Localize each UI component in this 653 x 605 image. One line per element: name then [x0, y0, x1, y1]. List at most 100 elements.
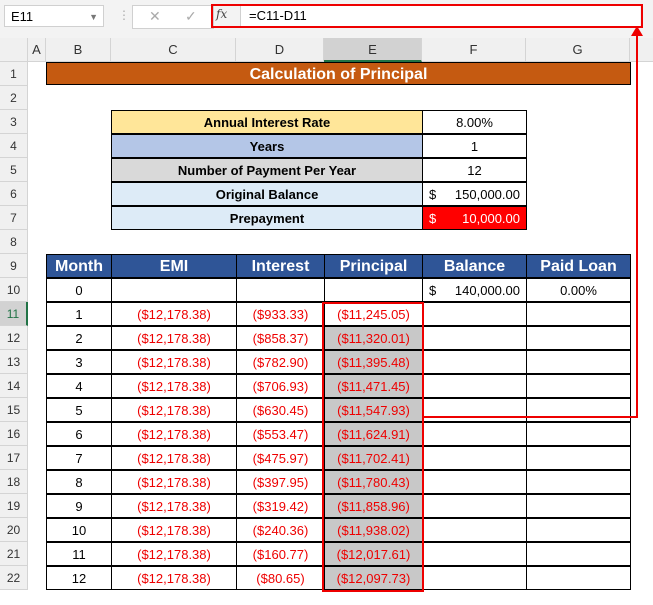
balance-cell[interactable] [422, 518, 527, 542]
column-header-A[interactable]: A [28, 38, 46, 62]
balance-cell[interactable] [422, 566, 527, 590]
balance-cell[interactable] [422, 494, 527, 518]
emi-cell[interactable]: ($12,178.38) [111, 374, 237, 398]
paid-loan-cell[interactable] [526, 446, 631, 470]
month-cell[interactable]: 6 [46, 422, 112, 446]
emi-cell[interactable]: ($12,178.38) [111, 326, 237, 350]
row-header-11[interactable]: 11 [0, 302, 28, 326]
month-cell[interactable]: 4 [46, 374, 112, 398]
paid-loan-cell[interactable] [526, 350, 631, 374]
row-header-3[interactable]: 3 [0, 110, 28, 134]
empty-cell[interactable] [236, 278, 325, 302]
row-header-10[interactable]: 10 [0, 278, 28, 302]
column-header-E[interactable]: E [324, 38, 422, 62]
empty-cell[interactable] [324, 278, 423, 302]
interest-cell[interactable]: ($933.33) [236, 302, 325, 326]
balance-cell[interactable] [422, 326, 527, 350]
emi-cell[interactable]: ($12,178.38) [111, 542, 237, 566]
paid-loan-cell[interactable] [526, 374, 631, 398]
row-header-21[interactable]: 21 [0, 542, 28, 566]
interest-cell[interactable]: ($240.36) [236, 518, 325, 542]
input-value[interactable]: 8.00% [422, 110, 527, 134]
emi-cell[interactable]: ($12,178.38) [111, 518, 237, 542]
interest-cell[interactable]: ($858.37) [236, 326, 325, 350]
row-header-17[interactable]: 17 [0, 446, 28, 470]
row-header-20[interactable]: 20 [0, 518, 28, 542]
input-value[interactable]: 12 [422, 158, 527, 182]
emi-cell[interactable]: ($12,178.38) [111, 446, 237, 470]
name-box[interactable]: E11 ▼ [4, 5, 104, 27]
interest-cell[interactable]: ($553.47) [236, 422, 325, 446]
row-header-16[interactable]: 16 [0, 422, 28, 446]
row-header-2[interactable]: 2 [0, 86, 28, 110]
interest-cell[interactable]: ($630.45) [236, 398, 325, 422]
paid-loan-cell[interactable] [526, 566, 631, 590]
interest-cell[interactable]: ($80.65) [236, 566, 325, 590]
input-label[interactable]: Number of Payment Per Year [111, 158, 423, 182]
emi-cell[interactable]: ($12,178.38) [111, 470, 237, 494]
emi-cell[interactable]: ($12,178.38) [111, 566, 237, 590]
input-value[interactable]: $10,000.00 [422, 206, 527, 230]
month-cell[interactable]: 0 [46, 278, 112, 302]
month-cell[interactable]: 8 [46, 470, 112, 494]
empty-cell[interactable] [111, 278, 237, 302]
paid-loan-cell[interactable]: 0.00% [526, 278, 631, 302]
row-header-6[interactable]: 6 [0, 182, 28, 206]
cancel-icon[interactable]: ✕ [149, 8, 161, 25]
paid-loan-cell[interactable] [526, 422, 631, 446]
balance-cell[interactable] [422, 542, 527, 566]
month-cell[interactable]: 12 [46, 566, 112, 590]
paid-loan-cell[interactable] [526, 302, 631, 326]
row-header-18[interactable]: 18 [0, 470, 28, 494]
input-label[interactable]: Years [111, 134, 423, 158]
month-cell[interactable]: 11 [46, 542, 112, 566]
paid-loan-cell[interactable] [526, 518, 631, 542]
balance-cell[interactable]: $140,000.00 [422, 278, 527, 302]
balance-cell[interactable] [422, 446, 527, 470]
enter-icon[interactable]: ✓ [185, 8, 197, 25]
interest-cell[interactable]: ($706.93) [236, 374, 325, 398]
row-header-13[interactable]: 13 [0, 350, 28, 374]
paid-loan-cell[interactable] [526, 326, 631, 350]
table-header-interest[interactable]: Interest [236, 254, 325, 278]
balance-cell[interactable] [422, 374, 527, 398]
interest-cell[interactable]: ($475.97) [236, 446, 325, 470]
row-header-22[interactable]: 22 [0, 566, 28, 590]
balance-cell[interactable] [422, 470, 527, 494]
emi-cell[interactable]: ($12,178.38) [111, 422, 237, 446]
select-all-corner[interactable] [0, 38, 28, 62]
month-cell[interactable]: 3 [46, 350, 112, 374]
table-header-balance[interactable]: Balance [422, 254, 527, 278]
balance-cell[interactable] [422, 398, 527, 422]
input-value[interactable]: $150,000.00 [422, 182, 527, 206]
column-header-F[interactable]: F [422, 38, 526, 62]
paid-loan-cell[interactable] [526, 398, 631, 422]
row-header-8[interactable]: 8 [0, 230, 28, 254]
row-header-19[interactable]: 19 [0, 494, 28, 518]
input-label[interactable]: Original Balance [111, 182, 423, 206]
input-label[interactable]: Prepayment [111, 206, 423, 230]
input-value[interactable]: 1 [422, 134, 527, 158]
table-header-month[interactable]: Month [46, 254, 112, 278]
input-label[interactable]: Annual Interest Rate [111, 110, 423, 134]
month-cell[interactable]: 5 [46, 398, 112, 422]
row-header-4[interactable]: 4 [0, 134, 28, 158]
interest-cell[interactable]: ($160.77) [236, 542, 325, 566]
row-header-14[interactable]: 14 [0, 374, 28, 398]
month-cell[interactable]: 7 [46, 446, 112, 470]
column-header-C[interactable]: C [111, 38, 236, 62]
month-cell[interactable]: 10 [46, 518, 112, 542]
table-header-emi[interactable]: EMI [111, 254, 237, 278]
month-cell[interactable]: 2 [46, 326, 112, 350]
table-header-principal[interactable]: Principal [324, 254, 423, 278]
column-header-D[interactable]: D [236, 38, 324, 62]
column-header-B[interactable]: B [46, 38, 111, 62]
emi-cell[interactable]: ($12,178.38) [111, 350, 237, 374]
row-header-9[interactable]: 9 [0, 254, 28, 278]
balance-cell[interactable] [422, 422, 527, 446]
balance-cell[interactable] [422, 350, 527, 374]
paid-loan-cell[interactable] [526, 494, 631, 518]
row-header-1[interactable]: 1 [0, 62, 28, 86]
row-header-5[interactable]: 5 [0, 158, 28, 182]
emi-cell[interactable]: ($12,178.38) [111, 398, 237, 422]
